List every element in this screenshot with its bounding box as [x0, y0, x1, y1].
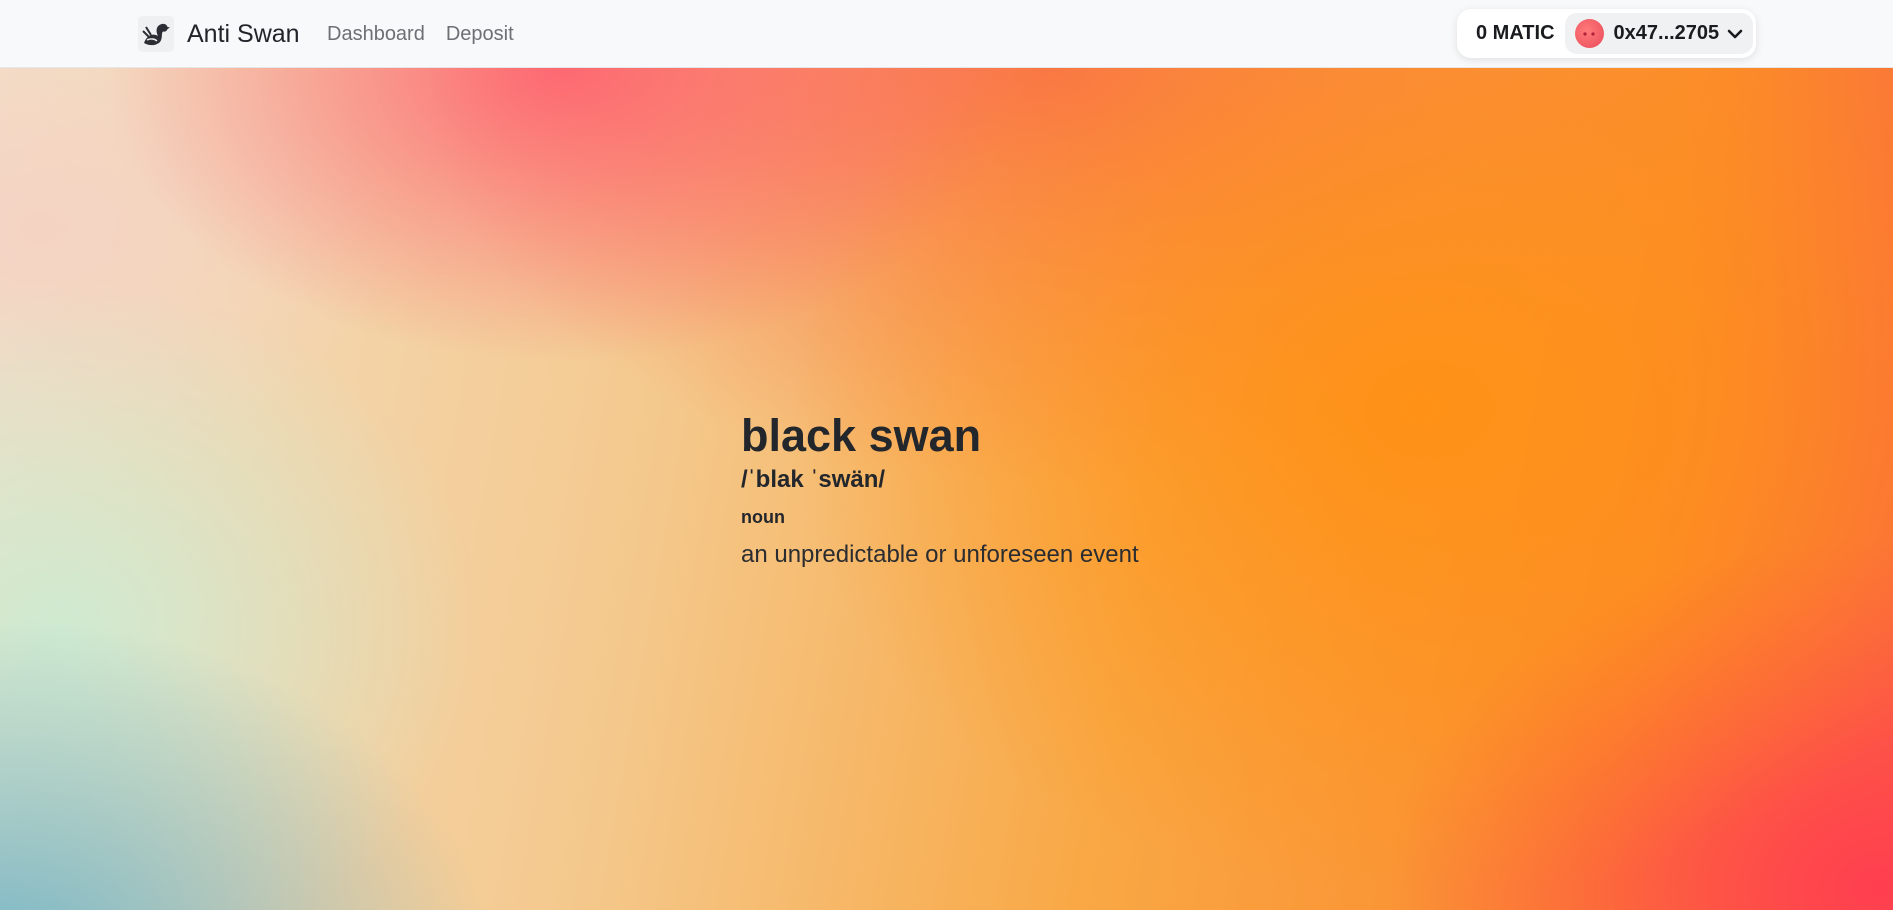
- nav-link-deposit[interactable]: Deposit: [446, 20, 514, 48]
- wallet-address: 0x47...2705: [1613, 22, 1720, 44]
- nav-links: Dashboard Deposit: [327, 20, 514, 48]
- brand-link[interactable]: Anti Swan: [138, 16, 300, 52]
- definition-block: black swan /ˈblak ˈswän/ noun an unpredi…: [741, 409, 1261, 571]
- account-button[interactable]: 0x47...2705: [1564, 13, 1754, 54]
- definition-part-of-speech: noun: [741, 507, 785, 527]
- avatar-icon: [1574, 19, 1604, 48]
- definition-meaning: an unpredictable or unforeseen event: [741, 541, 1139, 568]
- wallet-widget: 0 MATIC 0x47...2705: [1457, 9, 1756, 58]
- definition-pronunciation: /ˈblak ˈswän/: [741, 466, 886, 493]
- top-navbar: Anti Swan Dashboard Deposit 0 MATIC 0x47…: [0, 0, 1893, 68]
- definition-term: black swan: [741, 410, 982, 461]
- nav-link-dashboard[interactable]: Dashboard: [327, 20, 425, 48]
- wallet-balance[interactable]: 0 MATIC: [1461, 22, 1565, 45]
- swan-logo-icon: [138, 16, 174, 52]
- brand-name: Anti Swan: [187, 20, 300, 48]
- chevron-down-icon: [1727, 29, 1743, 39]
